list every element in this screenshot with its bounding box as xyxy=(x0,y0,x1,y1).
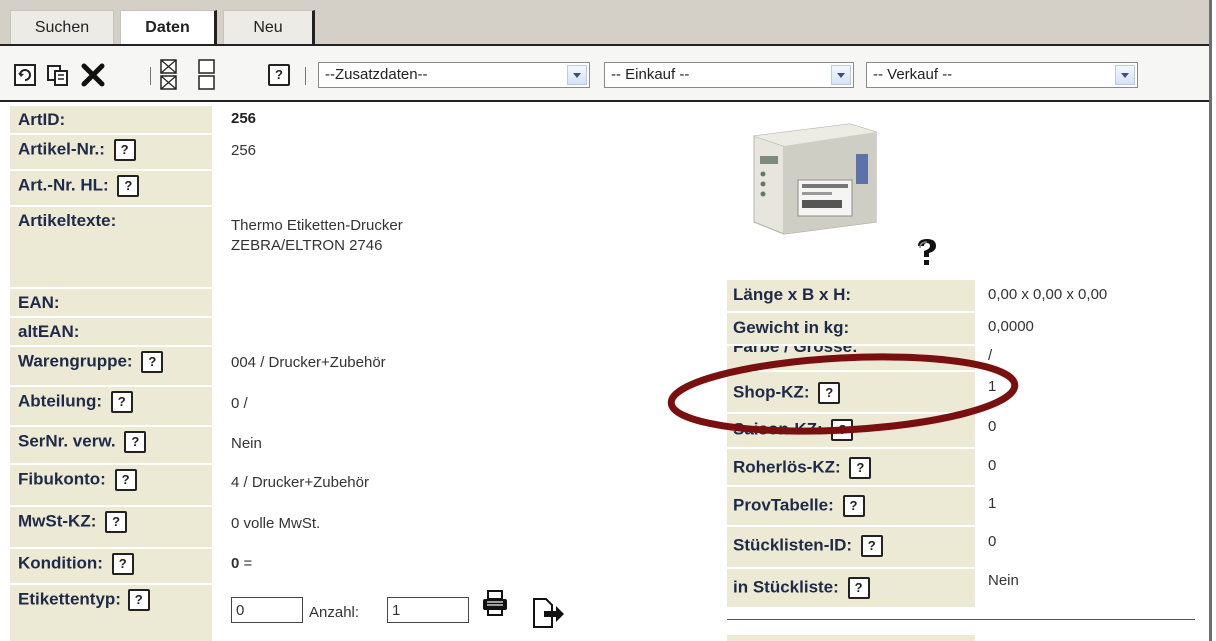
gewicht-label: Gewicht in kg: xyxy=(727,313,975,344)
art-nr-hl-label-text: Art.-Nr. HL: xyxy=(18,175,109,195)
chevron-down-icon[interactable] xyxy=(831,65,851,85)
etikettentyp-input[interactable] xyxy=(231,597,303,623)
zusatzdaten-select[interactable]: --Zusatzdaten-- xyxy=(318,62,590,88)
layout-icon[interactable] xyxy=(196,58,218,92)
kondition-value-rest: = xyxy=(239,555,253,572)
abteilung-label-text: Abteilung: xyxy=(18,391,103,411)
provtabelle-label-text: ProvTabelle: xyxy=(733,495,834,515)
fibukonto-label: Fibukonto: ? xyxy=(10,465,212,505)
verkauf-select-value: -- Verkauf -- xyxy=(873,66,953,83)
help-icon[interactable]: ? xyxy=(849,457,872,479)
laenge-label: Länge x B x H: xyxy=(727,280,975,311)
kondition-value: 0 = xyxy=(231,555,252,572)
toolbar-separator xyxy=(150,67,151,85)
print-icon[interactable] xyxy=(480,589,510,617)
sernr-value: Nein xyxy=(231,435,262,452)
abteilung-label: Abteilung: ? xyxy=(10,387,212,425)
section-divider xyxy=(727,619,1195,620)
help-icon[interactable]: ? xyxy=(847,577,870,599)
tab-bar: Suchen Daten Neu xyxy=(0,0,1209,45)
tab-neu[interactable]: Neu xyxy=(223,10,315,44)
verkauf-select[interactable]: -- Verkauf -- xyxy=(866,62,1138,88)
warengruppe-value: 004 / Drucker+Zubehör xyxy=(231,354,386,371)
grid-toggle-icon[interactable] xyxy=(158,58,180,92)
artikeltexte-line2: ZEBRA/ELTRON 2746 xyxy=(231,237,383,254)
kondition-label-text: Kondition: xyxy=(18,553,103,573)
stuecklisten-id-label: Stücklisten-ID: ? xyxy=(727,527,975,567)
refresh-icon[interactable] xyxy=(12,62,38,88)
fibukonto-value: 4 / Drucker+Zubehör xyxy=(231,474,369,491)
tab-suchen[interactable]: Suchen xyxy=(10,10,114,44)
help-icon[interactable]: ? xyxy=(105,511,128,533)
product-image-printer xyxy=(753,123,877,235)
provtabelle-value: 1 xyxy=(988,495,997,512)
help-icon[interactable]: ? xyxy=(124,431,147,453)
help-icon[interactable]: ? xyxy=(268,64,290,86)
next-row-label xyxy=(727,635,975,641)
stuecklisten-id-value: 0 xyxy=(988,533,997,550)
copy-icon[interactable] xyxy=(45,62,71,88)
etikettentyp-label: Etikettentyp: ? xyxy=(10,585,212,641)
laenge-value: 0,00 x 0,00 x 0,00 xyxy=(988,286,1108,303)
in-stueckliste-label: in Stückliste: ? xyxy=(727,569,975,607)
fibukonto-label-text: Fibukonto: xyxy=(18,469,106,489)
in-stueckliste-label-text: in Stückliste: xyxy=(733,577,839,597)
help-icon[interactable]: ? xyxy=(127,589,150,611)
artikel-nr-label: Artikel-Nr.: ? xyxy=(10,135,212,169)
art-nr-hl-label: Art.-Nr. HL: ? xyxy=(10,171,212,205)
artikeltexte-line1: Thermo Etiketten-Drucker xyxy=(231,217,403,234)
article-detail-panel: ArtID: Artikel-Nr.: ? Art.-Nr. HL: ? Art… xyxy=(0,102,1209,641)
roherloes-kz-label: Roherlös-KZ: ? xyxy=(727,449,975,485)
etikettentyp-label-text: Etikettentyp: xyxy=(18,589,121,609)
roherloes-kz-label-text: Roherlös-KZ: xyxy=(733,457,841,477)
help-icon[interactable]: ? xyxy=(111,553,134,575)
help-icon[interactable]: ? xyxy=(113,139,136,161)
gewicht-value: 0,0000 xyxy=(988,318,1034,335)
provtabelle-label: ProvTabelle: ? xyxy=(727,487,975,525)
artikel-nr-label-text: Artikel-Nr.: xyxy=(18,139,105,159)
chevron-down-icon[interactable] xyxy=(567,65,587,85)
question-mark-icon[interactable] xyxy=(910,236,944,268)
mwst-label-text: MwSt-KZ: xyxy=(18,511,97,531)
sernr-label-text: SerNr. verw. xyxy=(18,431,116,451)
help-icon[interactable]: ? xyxy=(141,351,164,373)
tab-daten[interactable]: Daten xyxy=(120,10,217,45)
anzahl-label: Anzahl: xyxy=(309,604,360,621)
artikel-nr-value: 256 xyxy=(231,142,257,159)
help-icon[interactable]: ? xyxy=(842,495,865,517)
mwst-value: 0 volle MwSt. xyxy=(231,515,321,532)
stuecklisten-id-label-text: Stücklisten-ID: xyxy=(733,535,853,555)
anzahl-input[interactable] xyxy=(387,597,469,623)
delete-icon[interactable] xyxy=(80,62,106,88)
mwst-label: MwSt-KZ: ? xyxy=(10,507,212,547)
abteilung-value: 0 / xyxy=(231,395,248,412)
warengruppe-label-text: Warengruppe: xyxy=(18,351,133,371)
zusatzdaten-select-value: --Zusatzdaten-- xyxy=(325,66,428,83)
einkauf-select-value: -- Einkauf -- xyxy=(611,66,690,83)
in-stueckliste-value: Nein xyxy=(988,572,1019,589)
artid-label: ArtID: xyxy=(10,106,212,133)
chevron-down-icon[interactable] xyxy=(1115,65,1135,85)
help-icon[interactable]: ? xyxy=(114,469,137,491)
roherloes-kz-value: 0 xyxy=(988,457,997,474)
toolbar-separator xyxy=(305,67,306,85)
export-icon[interactable] xyxy=(530,597,566,629)
einkauf-select[interactable]: -- Einkauf -- xyxy=(604,62,854,88)
sernr-label: SerNr. verw. ? xyxy=(10,427,212,463)
alt-ean-label: altEAN: xyxy=(10,318,212,345)
kondition-label: Kondition: ? xyxy=(10,549,212,583)
artid-value: 256 xyxy=(231,110,257,127)
ean-label: EAN: xyxy=(10,289,212,316)
artikeltexte-label: Artikeltexte: xyxy=(10,207,212,287)
help-icon[interactable]: ? xyxy=(860,535,883,557)
highlight-ellipse xyxy=(667,353,1019,435)
help-icon[interactable]: ? xyxy=(117,175,140,197)
warengruppe-label: Warengruppe: ? xyxy=(10,347,212,385)
help-icon[interactable]: ? xyxy=(110,391,133,413)
